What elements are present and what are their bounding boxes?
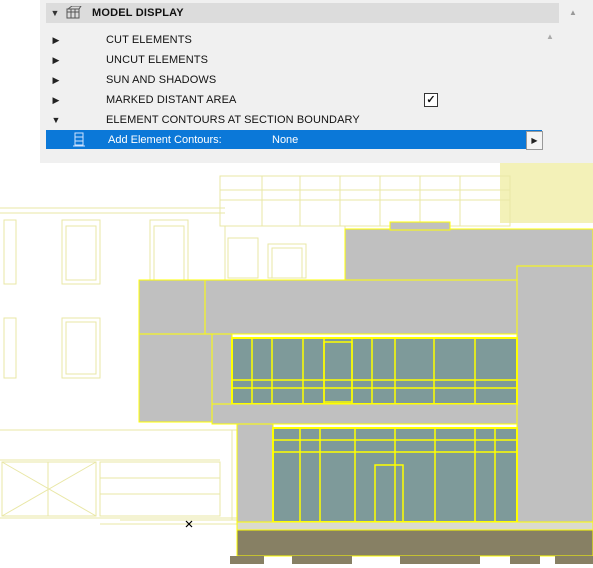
add-element-contours-label: Add Element Contours: [108, 133, 222, 146]
tree-item-label: MARKED DISTANT AREA [106, 94, 237, 106]
scroll-up-icon[interactable]: ▲ [569, 8, 577, 17]
tree-item-cut-elements[interactable]: ▶ CUT ELEMENTS [46, 30, 541, 50]
add-element-contours-row[interactable]: Add Element Contours: None [46, 130, 542, 149]
distant-area-fill [500, 163, 593, 223]
element-contours-icon [73, 132, 85, 147]
expand-arrow-icon[interactable]: ▶ [46, 75, 66, 86]
tree-item-label: UNCUT ELEMENTS [106, 54, 209, 66]
model-display-panel: ▼ MODEL DISPLAY ▲ ▶ CUT ELEMENTS ▶ UNCUT… [40, 0, 593, 163]
expand-arrow-icon[interactable]: ▶ [46, 95, 66, 106]
panel-header[interactable]: ▼ MODEL DISPLAY [46, 3, 559, 23]
scroll-up-icon[interactable]: ▲ [546, 32, 554, 41]
collapse-arrow-icon[interactable]: ▼ [46, 115, 66, 125]
panel-title: MODEL DISPLAY [92, 7, 184, 19]
tree-item-label: CUT ELEMENTS [106, 34, 192, 46]
collapse-triangle-icon[interactable]: ▼ [46, 8, 64, 18]
dropdown-arrow-button[interactable]: ▶ [526, 131, 543, 150]
expand-arrow-icon[interactable]: ▶ [46, 55, 66, 66]
expand-arrow-icon[interactable]: ▶ [46, 35, 66, 46]
tree-item-marked-distant-area[interactable]: ▶ MARKED DISTANT AREA ✓ [46, 90, 541, 110]
marked-distant-area-checkbox[interactable]: ✓ [424, 93, 438, 107]
tree-item-uncut-elements[interactable]: ▶ UNCUT ELEMENTS [46, 50, 541, 70]
tree-item-sun-and-shadows[interactable]: ▶ SUN AND SHADOWS [46, 70, 541, 90]
tree-item-label: ELEMENT CONTOURS AT SECTION BOUNDARY [106, 114, 360, 126]
add-element-contours-value[interactable]: None [272, 134, 298, 146]
model-display-icon [66, 6, 82, 19]
panel-scrollbar[interactable]: ▲ [543, 30, 557, 152]
tree-item-element-contours[interactable]: ▼ ELEMENT CONTOURS AT SECTION BOUNDARY [46, 110, 541, 130]
tree-item-label: SUN AND SHADOWS [106, 74, 217, 86]
